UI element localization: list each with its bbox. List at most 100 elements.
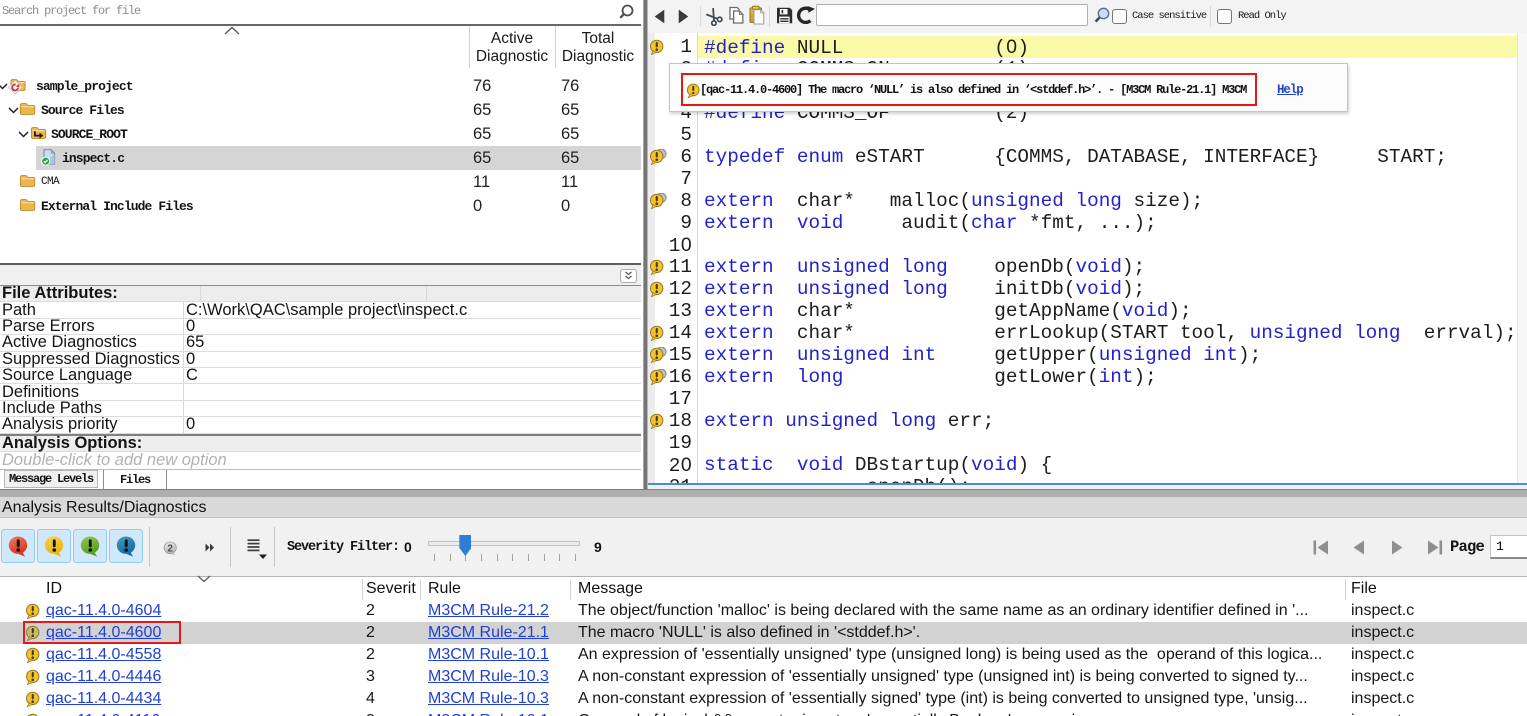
active-diagnostic-count: 0 <box>473 194 482 218</box>
code-line-14[interactable]: 14extern char* errLookup(START tool, uns… <box>648 322 1527 344</box>
diagnostic-id-link[interactable]: qac-11.4.0-4434 <box>46 688 161 710</box>
rule-link[interactable]: M3CM Rule-10.1 <box>428 644 549 666</box>
result-row-qac-11.4.0-4604[interactable]: qac-11.4.0-4604 2 M3CM Rule-21.2 The obj… <box>0 600 1527 622</box>
chevron-down-icon[interactable] <box>8 107 19 114</box>
code-line-15[interactable]: 15extern unsigned int getUpper(unsigned … <box>648 344 1527 366</box>
tab-message-levels[interactable]: Message Levels <box>4 470 98 488</box>
filter-error-button[interactable] <box>1 529 35 563</box>
diagnostic-id-link[interactable]: qac-11.4.0-4116 <box>46 710 160 716</box>
code-line-5[interactable]: 5 <box>648 124 1527 146</box>
analysis-options-placeholder[interactable]: Double-click to add new option <box>2 452 639 468</box>
tree-selection <box>36 146 641 170</box>
column-header-severit[interactable]: Severit <box>366 577 416 600</box>
attribute-row-analysis-priority[interactable]: Analysis priority 0 <box>0 417 641 433</box>
editor-search-input[interactable] <box>816 4 1088 26</box>
chevron-down-icon[interactable] <box>18 131 29 138</box>
column-header-id[interactable]: ID <box>46 577 62 600</box>
nav-back-icon[interactable] <box>651 8 668 25</box>
rule-link[interactable]: M3CM Rule-21.2 <box>428 600 549 622</box>
paste-icon[interactable] <box>748 5 766 27</box>
case-sensitive-checkbox[interactable] <box>1112 9 1127 24</box>
attribute-row-path[interactable]: Path C:\Work\QAC\sample project\inspect.… <box>0 302 641 318</box>
refresh-icon[interactable] <box>795 5 816 26</box>
code-line-16[interactable]: 16extern long getLower(int); <box>648 366 1527 388</box>
diagnostic-id-link[interactable]: qac-11.4.0-4446 <box>46 666 161 688</box>
page-next-icon[interactable] <box>1386 539 1408 556</box>
tree-item-inspect-c[interactable]: inspect.c6565 <box>0 146 641 170</box>
tree-item-sample-project[interactable]: sample_project7676 <box>0 74 641 98</box>
table-sort-indicator[interactable] <box>196 575 212 583</box>
rule-link[interactable]: M3CM Rule-10.1 <box>428 710 549 716</box>
result-row-qac-11.4.0-4446[interactable]: qac-11.4.0-4446 3 M3CM Rule-10.3 A non-c… <box>0 666 1527 688</box>
filter-warning-button[interactable] <box>37 529 71 563</box>
tree-item-external-include-files[interactable]: External Include Files00 <box>0 194 641 218</box>
code-line-9[interactable]: 9extern void audit(char *fmt, ...); <box>648 212 1527 234</box>
page-number-input[interactable] <box>1490 535 1527 559</box>
results-panel-header: Analysis Results/Diagnostics <box>0 497 1527 518</box>
folder-link-icon <box>30 125 47 141</box>
page-first-icon[interactable] <box>1310 539 1332 556</box>
tree-item-label: sample_project <box>36 74 133 98</box>
rule-link[interactable]: M3CM Rule-10.3 <box>428 688 549 710</box>
result-row-qac-11.4.0-4116[interactable]: qac-11.4.0-4116 3 M3CM Rule-10.1 Operand… <box>0 710 1527 716</box>
filter-info-button[interactable] <box>73 529 107 563</box>
attribute-row-source-language[interactable]: Source Language C <box>0 368 641 384</box>
code-line-19[interactable]: 19 <box>648 432 1527 454</box>
result-row-qac-11.4.0-4434[interactable]: qac-11.4.0-4434 4 M3CM Rule-10.3 A non-c… <box>0 688 1527 710</box>
line-number: 20 <box>648 454 692 476</box>
severity-value: 2 <box>366 600 375 622</box>
tree-item-cma[interactable]: CMA1111 <box>0 170 641 194</box>
diagnostic-id-link[interactable]: qac-11.4.0-4558 <box>46 644 161 666</box>
read-only-checkbox[interactable] <box>1217 9 1232 24</box>
tab-files[interactable]: Files <box>103 470 167 491</box>
code-line-1[interactable]: 1#define NULL (0) <box>648 36 1527 58</box>
code-line-13[interactable]: 13extern char* getAppName(void); <box>648 300 1527 322</box>
qac-application-window: {"colors":{"keyword_blue":"#2222cc","lin… <box>0 0 1527 716</box>
cut-icon[interactable] <box>706 7 724 26</box>
copy-icon[interactable] <box>728 6 746 26</box>
collapse-attributes-button[interactable] <box>620 269 637 283</box>
tree-item-source-root[interactable]: SOURCE_ROOT6565 <box>0 122 641 146</box>
code-line-7[interactable]: 7 <box>648 168 1527 190</box>
code-line-20[interactable]: 20static void DBstartup(void) { <box>648 454 1527 476</box>
tree-item-source-files[interactable]: Source Files6565 <box>0 98 641 122</box>
file-name: inspect.c <box>1351 688 1414 710</box>
page-prev-icon[interactable] <box>1348 539 1370 556</box>
result-row-qac-11.4.0-4600[interactable]: qac-11.4.0-4600 2 M3CM Rule-21.1 The mac… <box>0 622 1527 644</box>
toolbar-overflow-icon[interactable] <box>205 543 215 552</box>
view-menu-icon[interactable] <box>247 539 269 560</box>
code-line-21[interactable]: 21 openDb(); <box>648 476 1527 483</box>
editor-search-icon[interactable] <box>1092 6 1112 26</box>
code-line-11[interactable]: 11extern unsigned long openDb(void); <box>648 256 1527 278</box>
code-line-8[interactable]: 8extern char* malloc(unsigned long size)… <box>648 190 1527 212</box>
suppressed-filter-icon[interactable]: 2 <box>163 541 178 556</box>
vertical-splitter[interactable] <box>641 0 648 490</box>
severity-slider-track[interactable] <box>428 541 580 546</box>
column-header-file[interactable]: File <box>1351 577 1377 600</box>
code-line-10[interactable]: 10 <box>648 234 1527 256</box>
code-line-18[interactable]: 18extern unsigned long err; <box>648 410 1527 432</box>
editor-vscrollbar[interactable] <box>1517 33 1527 483</box>
code-line-6[interactable]: 6typedef enum eSTART {COMMS, DATABASE, I… <box>648 146 1527 168</box>
severity-slider-thumb[interactable] <box>459 535 471 556</box>
tooltip-help-link[interactable]: Help <box>1277 73 1303 106</box>
attribute-label: Include Paths <box>2 401 102 416</box>
line-number: 16 <box>648 366 692 388</box>
chevron-down-icon[interactable] <box>0 83 8 90</box>
code-line-17[interactable]: 17 <box>648 388 1527 410</box>
save-icon[interactable] <box>775 6 794 25</box>
rule-link[interactable]: M3CM Rule-21.1 <box>428 622 549 644</box>
code-line-12[interactable]: 12extern unsigned long initDb(void); <box>648 278 1527 300</box>
file-attributes-title: File Attributes: <box>2 286 118 301</box>
page-last-icon[interactable] <box>1424 539 1446 556</box>
horizontal-splitter[interactable] <box>0 489 1527 497</box>
result-row-qac-11.4.0-4558[interactable]: qac-11.4.0-4558 2 M3CM Rule-10.1 An expr… <box>0 644 1527 666</box>
code-text: extern void audit(char *fmt, ...); <box>698 212 1157 234</box>
nav-forward-icon[interactable] <box>675 8 692 25</box>
rule-link[interactable]: M3CM Rule-10.3 <box>428 666 549 688</box>
column-header-message[interactable]: Message <box>578 577 643 600</box>
diagnostic-id-link[interactable]: qac-11.4.0-4604 <box>46 600 161 622</box>
filter-note-button[interactable] <box>109 529 143 563</box>
column-header-rule[interactable]: Rule <box>428 577 461 600</box>
project-panel: Search project for file ActiveDiagnostic… <box>0 0 641 490</box>
